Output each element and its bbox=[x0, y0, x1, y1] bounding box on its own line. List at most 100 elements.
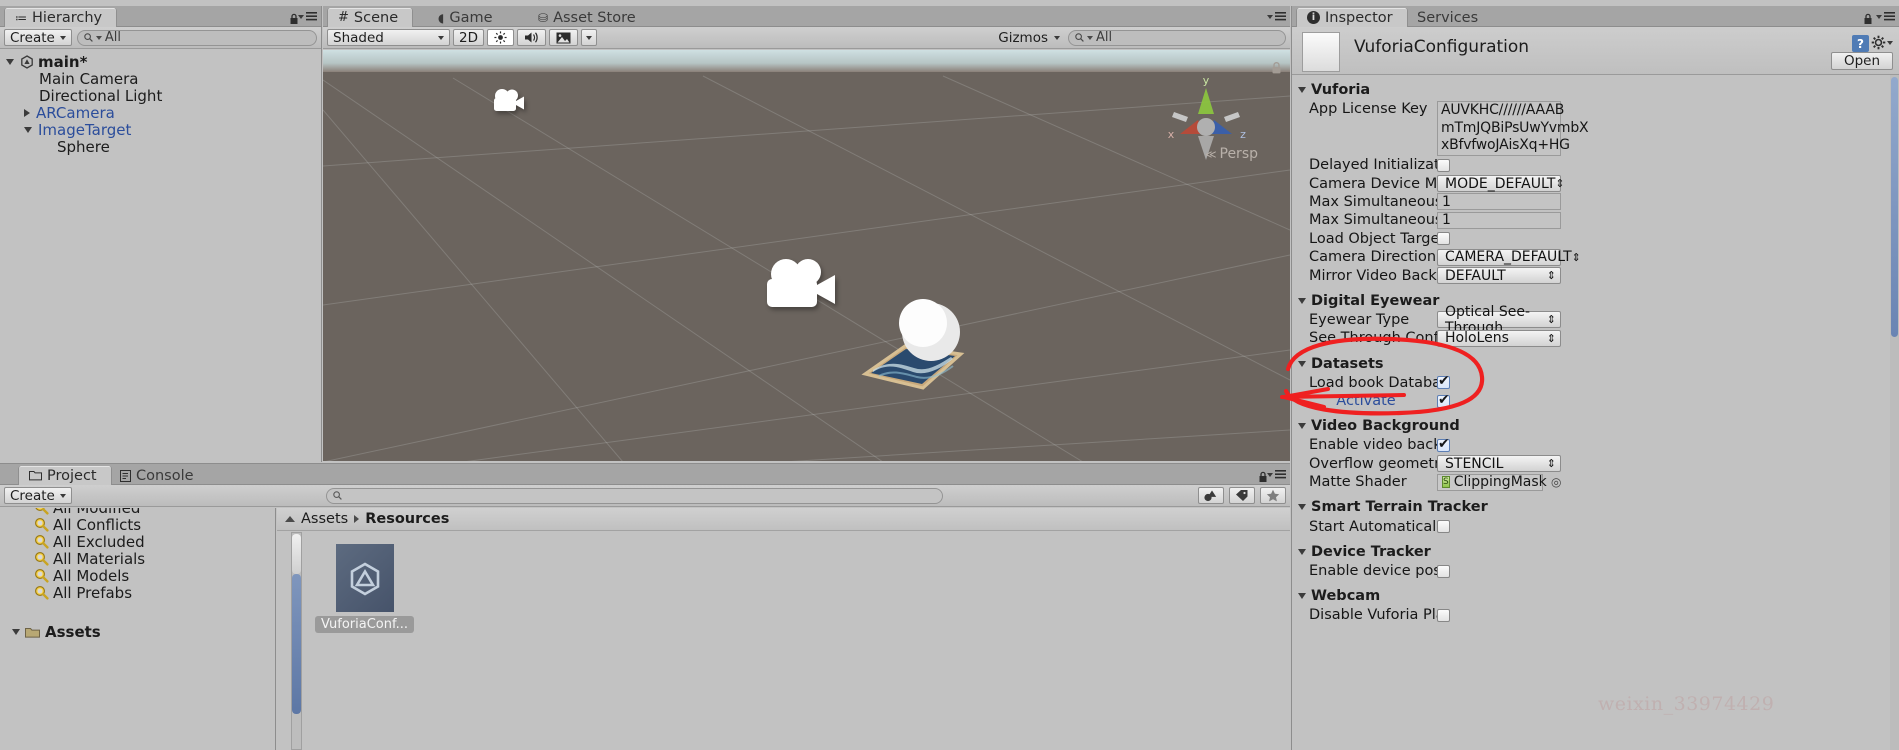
gizmos-dropdown[interactable]: Gizmos bbox=[993, 29, 1065, 46]
input-max-simultaneous-t[interactable]: 1 bbox=[1437, 193, 1561, 211]
inspector-section-webcam[interactable]: Webcam bbox=[1292, 586, 1899, 606]
object-field-matte-shader[interactable]: S ClippingMask bbox=[1437, 473, 1547, 491]
open-button[interactable]: Open bbox=[1830, 52, 1893, 70]
dropdown-camera-device-mod[interactable]: MODE_DEFAULT ⇕ bbox=[1437, 175, 1565, 193]
inspector-row: Camera Device ModMODE_DEFAULT⇕ bbox=[1292, 174, 1899, 193]
field-label: Overflow geometry bbox=[1309, 455, 1437, 472]
chevron-down-icon[interactable] bbox=[24, 126, 32, 133]
hierarchy-menu-icon[interactable] bbox=[298, 12, 317, 21]
inspector-section-vuforia[interactable]: Vuforia bbox=[1292, 80, 1899, 100]
dropdown-overflow-geometry[interactable]: STENCIL ⇕ bbox=[1437, 455, 1561, 473]
scene-lock-icon[interactable] bbox=[1271, 60, 1282, 78]
image-effects-dropdown[interactable] bbox=[580, 29, 597, 46]
perspective-label-group[interactable]: ≪ Persp bbox=[1205, 146, 1258, 162]
hierarchy-create-button[interactable]: Create bbox=[4, 29, 72, 46]
audio-icon[interactable] bbox=[516, 29, 546, 46]
chevron-down-icon[interactable] bbox=[1298, 593, 1306, 600]
ar-camera-gizmo[interactable] bbox=[761, 257, 843, 319]
mode-2d-label: 2D bbox=[459, 29, 478, 46]
project-scrollbar[interactable] bbox=[291, 532, 302, 750]
inspector-menu-icon[interactable] bbox=[1876, 12, 1895, 21]
hierarchy-item-directional-light[interactable]: Directional Light bbox=[0, 87, 321, 105]
dropdown-eyewear-type[interactable]: Optical See-Through ⇕ bbox=[1437, 304, 1561, 336]
field-link-label[interactable]: Activate bbox=[1309, 393, 1437, 409]
scene-search-input[interactable]: All bbox=[1068, 29, 1286, 46]
chevron-down-icon[interactable] bbox=[1298, 548, 1306, 555]
checkbox-start-automatically[interactable] bbox=[1437, 520, 1450, 534]
tab-console[interactable]: Console bbox=[110, 466, 208, 485]
scene-menu-icon[interactable] bbox=[1267, 12, 1286, 21]
hierarchy-item-main-camera[interactable]: Main Camera bbox=[0, 70, 321, 88]
info-icon: i bbox=[1307, 11, 1320, 24]
dropdown-mirror-video-backgro[interactable]: DEFAULT ⇕ bbox=[1437, 267, 1561, 285]
hierarchy-search-input[interactable]: All bbox=[76, 29, 317, 46]
hierarchy-item-imagetarget[interactable]: ImageTarget bbox=[0, 121, 321, 139]
breadcrumb-item[interactable]: Assets bbox=[301, 511, 348, 527]
help-icon[interactable]: ? bbox=[1852, 35, 1869, 52]
checkbox-load-book-database[interactable] bbox=[1437, 373, 1450, 390]
favorites-star-icon[interactable] bbox=[1260, 487, 1287, 504]
asset-item[interactable]: VuforiaConf... bbox=[315, 544, 415, 633]
dropdown-see-through-config[interactable]: HoloLens ⇕ bbox=[1437, 329, 1561, 347]
tab-hierarchy[interactable]: ≔ Hierarchy bbox=[4, 8, 118, 27]
inspector-scrollbar[interactable] bbox=[1890, 75, 1899, 750]
hierarchy-item-main-[interactable]: main* bbox=[0, 53, 321, 71]
toggle-2d-button[interactable]: 2D bbox=[453, 29, 484, 46]
tab-inspector[interactable]: i Inspector bbox=[1296, 8, 1408, 27]
project-tree-item[interactable]: All Excluded bbox=[0, 533, 275, 551]
tab-label: Services bbox=[1417, 9, 1479, 26]
breadcrumb-item[interactable]: Resources bbox=[365, 511, 449, 527]
dropdown-camera-direction[interactable]: CAMERA_DEFAULT ⇕ bbox=[1437, 248, 1581, 266]
scroll-up-icon[interactable] bbox=[285, 516, 295, 522]
inspector-section-datasets[interactable]: Datasets bbox=[1292, 354, 1899, 374]
scene-panel: # Scene ◖ Game ⛁ Asset Store Shaded 2D Gizmos bbox=[323, 6, 1290, 462]
checkbox-delayed-initialization[interactable] bbox=[1437, 158, 1450, 172]
section-title: Video Background bbox=[1311, 418, 1460, 435]
search-favorite-icon bbox=[35, 508, 49, 515]
project-tree-assets-root[interactable]: Assets bbox=[0, 623, 275, 641]
tab-project[interactable]: Project bbox=[18, 466, 112, 485]
inspector-section-smart-terrain-tracker[interactable]: Smart Terrain Tracker bbox=[1292, 497, 1899, 517]
checkbox-activate[interactable] bbox=[1437, 392, 1450, 408]
tab-asset-store[interactable]: ⛁ Asset Store bbox=[528, 8, 650, 27]
chevron-down-icon[interactable] bbox=[1298, 297, 1306, 304]
filter-label-icon[interactable] bbox=[1229, 487, 1256, 504]
tab-game[interactable]: ◖ Game bbox=[428, 8, 507, 27]
project-tree-item[interactable]: All Materials bbox=[0, 550, 275, 568]
chevron-down-icon[interactable] bbox=[1298, 87, 1306, 93]
project-create-button[interactable]: Create bbox=[4, 487, 72, 504]
project-search-input[interactable] bbox=[326, 487, 944, 504]
object-picker-icon[interactable]: ◎ bbox=[1551, 475, 1561, 489]
tab-scene[interactable]: # Scene bbox=[327, 8, 414, 27]
main-camera-gizmo[interactable] bbox=[491, 88, 527, 118]
field-label: See Through Config bbox=[1309, 330, 1437, 347]
gear-icon[interactable] bbox=[1871, 35, 1893, 50]
project-tree-item[interactable]: All Models bbox=[0, 567, 275, 585]
input-max-simultaneous-t[interactable]: 1 bbox=[1437, 211, 1561, 229]
checkbox-load-object-targets[interactable] bbox=[1437, 232, 1450, 246]
project-tree-item[interactable]: All Conflicts bbox=[0, 516, 275, 534]
tab-services[interactable]: Services bbox=[1407, 8, 1492, 27]
lighting-icon[interactable] bbox=[486, 29, 514, 46]
image-effects-icon[interactable] bbox=[548, 29, 578, 46]
hierarchy-item-sphere[interactable]: Sphere bbox=[0, 138, 321, 156]
checkbox-enable-video-backgr[interactable] bbox=[1437, 436, 1450, 452]
chevron-down-icon[interactable] bbox=[6, 58, 14, 65]
checkbox-disable-vuforia-play[interactable] bbox=[1437, 608, 1450, 622]
inspector-section-digital-eyewear[interactable]: Digital Eyewear bbox=[1292, 291, 1899, 311]
chevron-down-icon[interactable] bbox=[1298, 504, 1306, 511]
draw-mode-dropdown[interactable]: Shaded bbox=[327, 29, 450, 46]
project-tree-item[interactable]: All Prefabs bbox=[0, 584, 275, 602]
inspector-section-video-background[interactable]: Video Background bbox=[1292, 416, 1899, 436]
image-target-object[interactable] bbox=[843, 290, 983, 400]
hierarchy-item-arcamera[interactable]: ARCamera bbox=[0, 104, 321, 122]
chevron-down-icon[interactable] bbox=[1298, 360, 1306, 367]
chevron-down-icon[interactable] bbox=[1298, 423, 1306, 430]
chevron-right-icon[interactable] bbox=[24, 108, 30, 117]
filter-type-icon[interactable] bbox=[1198, 487, 1225, 504]
scene-viewport[interactable]: y x z ≪ Persp bbox=[323, 50, 1290, 461]
project-menu-icon[interactable] bbox=[1267, 470, 1286, 479]
inspector-section-device-tracker[interactable]: Device Tracker bbox=[1292, 542, 1899, 562]
input-app-license-key[interactable]: AUVKHC//////AAAB mTmJQBiPsUwYvmbX xBfvfwoJ… bbox=[1437, 101, 1589, 156]
checkbox-enable-device-pose-t[interactable] bbox=[1437, 564, 1450, 578]
